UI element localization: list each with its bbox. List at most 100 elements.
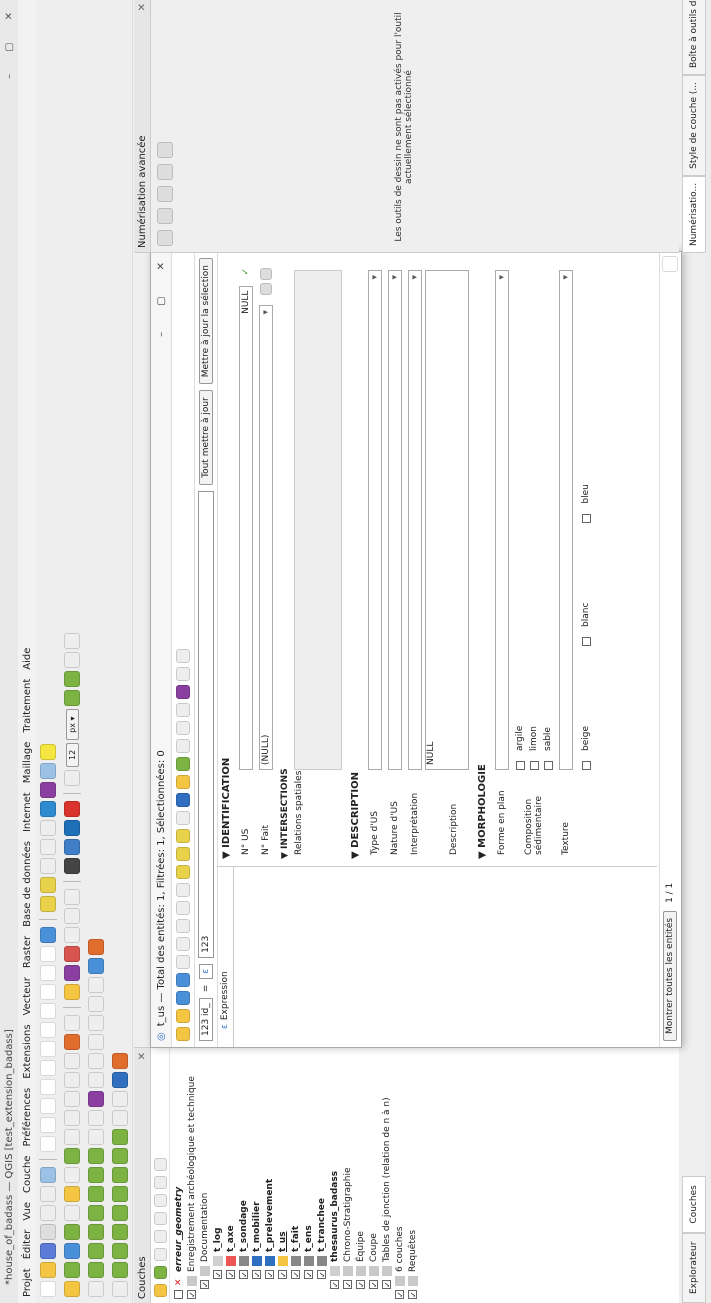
layer-visibility-checkbox[interactable]: ✓: [213, 1270, 223, 1279]
attribute-table-icon[interactable]: [40, 839, 56, 855]
hide-selected-icon[interactable]: [112, 1110, 128, 1126]
snapping-options-icon[interactable]: [64, 770, 80, 786]
expression-icon[interactable]: ε: [220, 1024, 230, 1029]
bucket-fill-icon[interactable]: [112, 1053, 128, 1069]
layer-visibility-checkbox[interactable]: ✓: [330, 1280, 340, 1289]
expression-builder-icon[interactable]: ε: [199, 963, 213, 979]
invert-selection-icon[interactable]: [176, 829, 190, 843]
n-fait-combo[interactable]: (NULL): [259, 305, 273, 770]
color-option-bleu[interactable]: bleu: [580, 484, 592, 523]
delete-field-icon[interactable]: [176, 703, 190, 717]
description-textarea[interactable]: NULL: [425, 270, 469, 770]
add-link-icon[interactable]: [260, 268, 272, 280]
add-rectangle-icon[interactable]: [112, 1148, 128, 1164]
redo-icon[interactable]: [64, 1015, 80, 1031]
section-morphologie[interactable]: ▼ MORPHOLOGIE: [473, 260, 492, 865]
cut-icon[interactable]: [64, 1091, 80, 1107]
zoom-full-icon[interactable]: [40, 1060, 56, 1076]
enable-digitizing-icon[interactable]: [157, 230, 173, 246]
interpretation-combo[interactable]: [408, 270, 422, 770]
layer-visibility-checkbox[interactable]: ✓: [265, 1270, 275, 1279]
type-us-combo[interactable]: [368, 270, 382, 770]
add-delimited-icon[interactable]: [64, 1205, 80, 1221]
menu-vecteur[interactable]: Vecteur: [22, 977, 33, 1015]
remove-layer-icon[interactable]: [153, 1158, 167, 1171]
pan-hand-icon[interactable]: [40, 1136, 56, 1152]
actions-icon[interactable]: [176, 649, 190, 663]
layer-item[interactable]: ✓ t_ens: [302, 1048, 315, 1303]
field-combo[interactable]: 123 id_: [199, 998, 213, 1041]
filter-icon[interactable]: [176, 793, 190, 807]
layer-visibility-checkbox[interactable]: ✓: [252, 1270, 262, 1279]
dialog-close-icon[interactable]: ✕: [156, 262, 167, 270]
zoom-next-icon[interactable]: [40, 984, 56, 1000]
layer-item[interactable]: ✓ Documentation: [198, 1048, 211, 1303]
label-move-icon[interactable]: [64, 927, 80, 943]
collapse-all-icon[interactable]: [153, 1176, 167, 1189]
new-project-icon[interactable]: [40, 1281, 56, 1297]
snap-tracing-icon[interactable]: [64, 633, 80, 650]
menu-aide[interactable]: Aide: [22, 648, 33, 670]
menu-couche[interactable]: Couche: [22, 1156, 33, 1193]
tab-boite-outils[interactable]: Boîte à outils de tr...: [682, 0, 706, 75]
nature-us-combo[interactable]: [388, 270, 402, 770]
layer-visibility-checkbox[interactable]: ✓: [291, 1270, 301, 1279]
offset-curve-icon[interactable]: [88, 1148, 104, 1164]
multi-edit-icon[interactable]: [176, 1009, 190, 1023]
add-circle-icon[interactable]: [112, 1186, 128, 1202]
deselect-table-icon[interactable]: [176, 811, 190, 825]
expand-all-icon[interactable]: [153, 1194, 167, 1207]
tab-numerisation[interactable]: Numérisatio...: [682, 175, 706, 253]
open-folder-icon[interactable]: [40, 1262, 56, 1278]
deselect-icon[interactable]: [40, 858, 56, 874]
add-regular-polygon-icon[interactable]: [112, 1129, 128, 1145]
conditional-format-icon[interactable]: [176, 667, 190, 681]
python-console-icon[interactable]: [64, 858, 80, 874]
composition-option-sable[interactable]: sable: [542, 726, 554, 770]
cut-table-icon[interactable]: [176, 919, 190, 933]
undo-icon[interactable]: [64, 1034, 80, 1050]
update-selection-button[interactable]: Mettre à jour la sélection: [199, 258, 213, 385]
add-point-icon[interactable]: [112, 1243, 128, 1259]
reshape-icon[interactable]: [88, 1167, 104, 1183]
show-all-features-combo[interactable]: Montrer toutes les entités: [663, 910, 677, 1041]
menu-traitement[interactable]: Traitement: [22, 679, 33, 733]
zoom-in-icon[interactable]: [40, 1098, 56, 1114]
add-circular-icon[interactable]: [112, 1205, 128, 1221]
move-selection-top-icon[interactable]: [176, 775, 190, 789]
layer-item[interactable]: ✓ Chrono-Stratigraphie: [341, 1048, 354, 1303]
select-all-icon[interactable]: [176, 847, 190, 861]
eye-toggle-icon[interactable]: [153, 1248, 167, 1261]
field-calculator-icon[interactable]: [40, 820, 56, 836]
measure-icon[interactable]: [40, 763, 56, 779]
dialog-maximize-icon[interactable]: ▢: [156, 296, 167, 305]
section-intersections[interactable]: ▼ INTERSECTIONS: [276, 260, 294, 865]
menu-projet[interactable]: Projet: [22, 1268, 33, 1297]
paste-table-icon[interactable]: [176, 883, 190, 897]
perpendicular-icon[interactable]: [157, 164, 173, 180]
split-parts-icon[interactable]: [88, 1110, 104, 1126]
layer-item[interactable]: ✓ Tables de jonction (relation de n à n): [380, 1048, 393, 1303]
add-vector-icon[interactable]: [64, 1262, 80, 1278]
feature-list-header[interactable]: ε Expression: [217, 867, 234, 1047]
layer-item[interactable]: ✕ erreur_geometry: [172, 1048, 185, 1303]
layer-item[interactable]: ✓ t_mobilier: [250, 1048, 263, 1303]
bookmark-icon[interactable]: [40, 946, 56, 962]
layer-item[interactable]: ✓ t_axe: [224, 1048, 237, 1303]
rotate-point-icon[interactable]: [88, 1053, 104, 1069]
zoom-last-icon[interactable]: [40, 1003, 56, 1019]
layout-manager-icon[interactable]: [40, 1186, 56, 1202]
merge-features-icon[interactable]: [88, 1091, 104, 1107]
parallel-icon[interactable]: [157, 186, 173, 202]
section-description[interactable]: ▼ DESCRIPTION: [346, 260, 365, 865]
toggle-editing-icon[interactable]: [176, 1027, 190, 1041]
tab-explorateur[interactable]: Explorateur: [682, 1232, 706, 1303]
label-rotate-icon[interactable]: [64, 908, 80, 924]
n-us-field[interactable]: NULL: [239, 285, 253, 770]
filter-expression-icon[interactable]: [153, 1212, 167, 1225]
update-all-button[interactable]: Tout mettre à jour: [199, 390, 213, 485]
clear-icon[interactable]: [260, 283, 272, 295]
annotation-icon[interactable]: [40, 744, 56, 760]
construction-icon[interactable]: [157, 208, 173, 224]
add-mesh-icon[interactable]: [64, 1224, 80, 1240]
